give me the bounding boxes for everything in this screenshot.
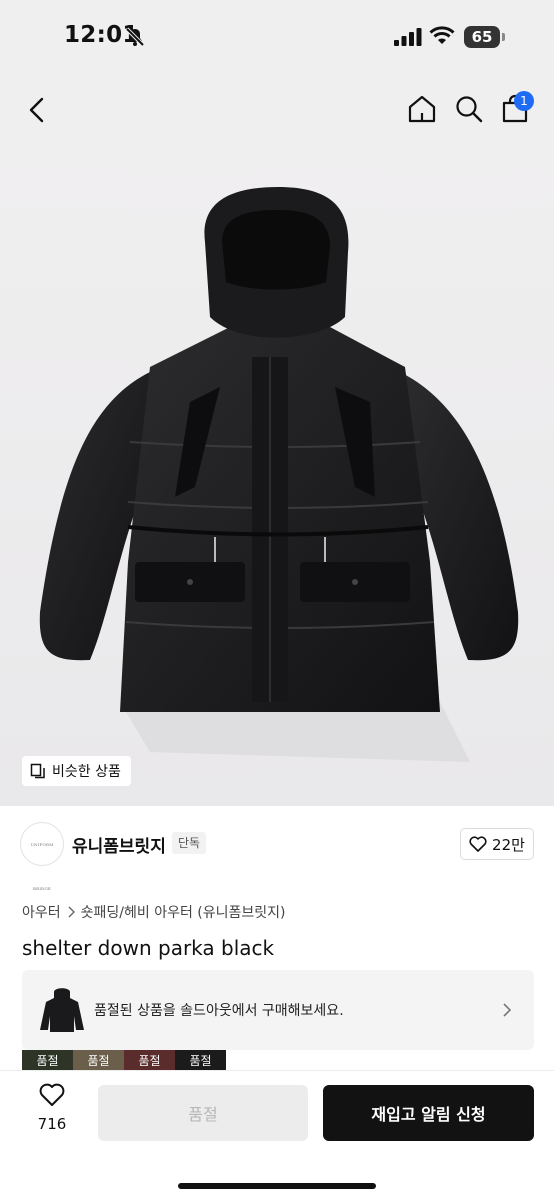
swatch-label: 품절	[87, 1054, 110, 1068]
swatch-2[interactable]: 품절	[73, 1050, 124, 1070]
brand-like-count: 22만	[492, 835, 525, 854]
product-thumbnail	[40, 988, 84, 1032]
swatch-label: 품절	[138, 1054, 161, 1068]
swatch-4[interactable]: 품절	[175, 1050, 226, 1070]
swatch-1[interactable]: 품절	[22, 1050, 73, 1070]
wifi-icon	[429, 26, 455, 44]
product-title: shelter down parka black	[22, 936, 275, 960]
chevron-right-icon	[503, 1003, 512, 1017]
status-bar: 12:01 65	[0, 0, 554, 78]
heart-icon	[39, 1083, 65, 1106]
brand-logo[interactable]: UNIFORM BRIDGE	[20, 822, 64, 891]
swatch-label: 품절	[189, 1054, 212, 1068]
product-image[interactable]: 비슷한 상품	[0, 142, 554, 806]
breadcrumb-parent[interactable]: 아우터	[22, 902, 61, 922]
home-icon[interactable]	[406, 93, 438, 125]
swatch-3[interactable]: 품절	[124, 1050, 175, 1070]
signal-icon	[394, 28, 422, 46]
back-icon[interactable]	[26, 96, 48, 124]
soldout-notice-card[interactable]: 품절된 상품을 솔드아웃에서 구매해보세요.	[22, 970, 534, 1050]
battery-tip	[502, 33, 505, 41]
cart-count-badge: 1	[514, 91, 534, 111]
search-icon[interactable]	[454, 94, 484, 124]
brand-name[interactable]: 유니폼브릿지	[72, 832, 166, 857]
soldout-button: 품절	[98, 1085, 308, 1141]
chevron-right-icon	[68, 906, 75, 918]
heart-icon	[469, 836, 487, 852]
wishlist-count: 716	[37, 1115, 67, 1133]
top-navigation: 1	[0, 78, 554, 142]
home-indicator	[178, 1183, 376, 1189]
brand-row: UNIFORM BRIDGE 유니폼브릿지 단독 22만	[0, 818, 554, 891]
brand-like-button[interactable]: 22만	[460, 828, 534, 860]
restock-alert-button[interactable]: 재입고 알림 신청	[323, 1085, 534, 1141]
wishlist-button[interactable]: 716	[28, 1083, 76, 1133]
swatch-label: 품절	[36, 1054, 59, 1068]
bottom-action-bar: 716 품절 재입고 알림 신청	[0, 1070, 554, 1200]
similar-products-label: 비슷한 상품	[52, 764, 121, 780]
breadcrumb-category[interactable]: 숏패딩/헤비 아우터 (유니폼브릿지)	[81, 902, 286, 922]
soldout-notice-text: 품절된 상품을 솔드아웃에서 구매해보세요.	[94, 1003, 344, 1019]
exclusive-badge: 단독	[172, 832, 207, 854]
copy-icon	[30, 763, 45, 779]
battery-level: 65	[464, 26, 500, 48]
bell-slash-icon	[125, 27, 145, 47]
breadcrumb: 아우터 숏패딩/헤비 아우터 (유니폼브릿지)	[22, 902, 286, 922]
color-swatches: 품절 품절 품절 품절	[22, 1050, 226, 1070]
similar-products-button[interactable]: 비슷한 상품	[22, 756, 131, 786]
jacket-illustration	[39, 187, 519, 762]
